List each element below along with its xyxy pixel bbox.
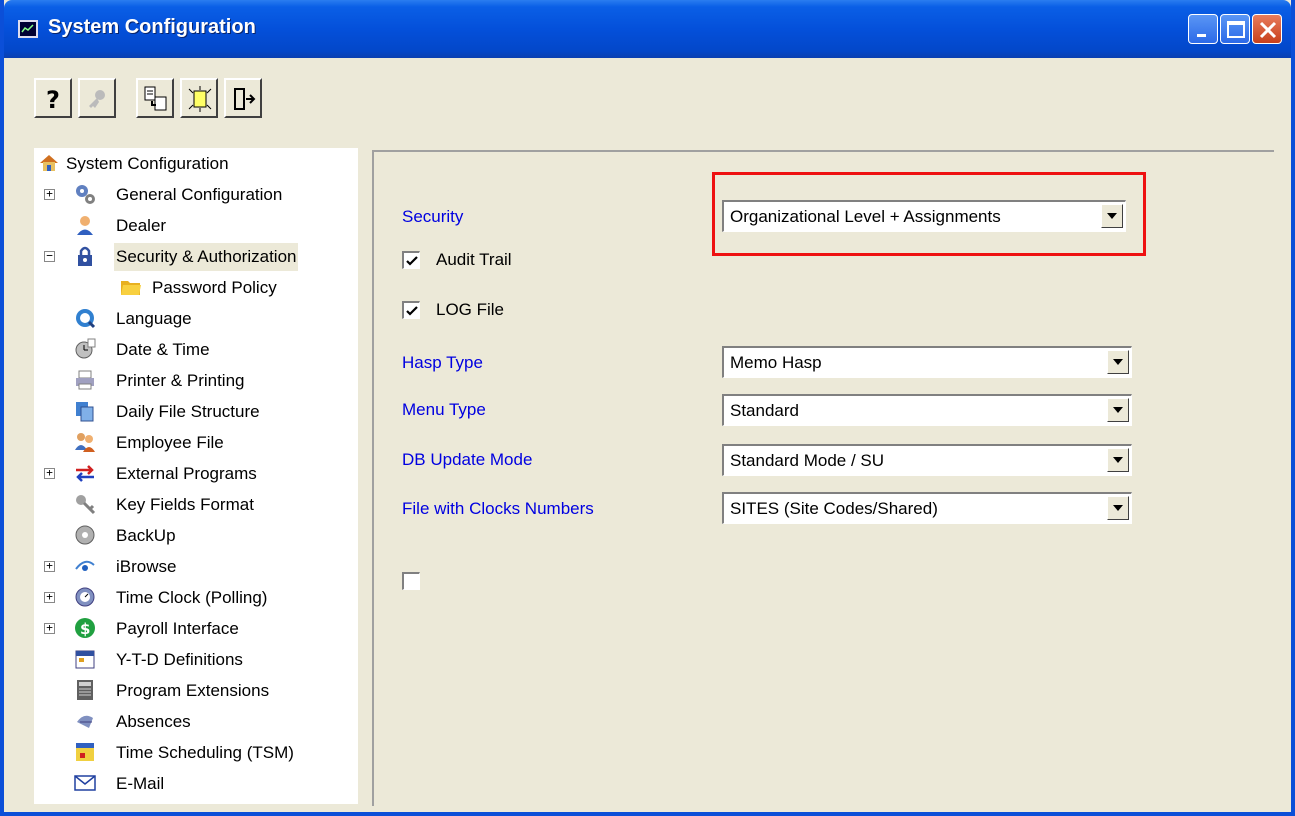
configuration-tree[interactable]: System Configuration + General Configura…: [34, 148, 358, 804]
security-select[interactable]: Organizational Level + Assignments: [722, 200, 1126, 232]
copy-document-icon: [144, 86, 167, 111]
padlock-icon: [78, 246, 92, 266]
audit-trail-checkbox[interactable]: [402, 251, 420, 269]
tree-item-daily-file-structure[interactable]: Daily File Structure: [34, 398, 334, 426]
copy-button[interactable]: [136, 78, 174, 118]
tree-item-security-authorization[interactable]: − Security & Authorization: [34, 243, 334, 271]
new-button[interactable]: [180, 78, 218, 118]
minimize-button[interactable]: [1188, 14, 1218, 44]
checkmark-icon: [406, 306, 418, 316]
svg-text:$: $: [80, 620, 90, 638]
schedule-icon: [76, 743, 94, 761]
globe-icon: [76, 309, 96, 329]
dropdown-button[interactable]: [1107, 350, 1129, 374]
clocks-file-select[interactable]: SITES (Site Codes/Shared): [722, 492, 1132, 524]
db-update-mode-select[interactable]: Standard Mode / SU: [722, 444, 1132, 476]
tree-item-general-configuration[interactable]: + General Configuration: [34, 181, 334, 209]
calendar-icon: [75, 650, 95, 669]
key-button[interactable]: [78, 78, 116, 118]
tree-item-absences[interactable]: Absences: [34, 708, 334, 736]
clock-icon: [75, 338, 96, 359]
unlabeled-checkbox[interactable]: [402, 572, 420, 590]
chevron-down-icon: [1113, 457, 1123, 463]
question-mark-icon: ?: [46, 86, 60, 112]
folder-icon: [121, 281, 141, 295]
tree-item-system-configuration[interactable]: System Configuration: [34, 150, 334, 178]
chevron-down-icon: [1113, 505, 1123, 511]
tree-item-language[interactable]: Language: [34, 305, 334, 333]
system-configuration-window: System Configuration ? System Configurat…: [0, 0, 1295, 816]
menu-type-label: Menu Type: [402, 400, 486, 419]
dropdown-button[interactable]: [1101, 204, 1123, 228]
chevron-down-icon: [1107, 213, 1117, 219]
exit-door-icon: [234, 88, 256, 110]
clocks-file-label: File with Clocks Numbers: [402, 499, 594, 518]
tree-item-backup[interactable]: BackUp: [34, 522, 334, 550]
log-file-label: LOG File: [436, 300, 505, 319]
calculator-icon: [77, 680, 93, 700]
close-button[interactable]: [1252, 14, 1282, 44]
tree-item-ytd-definitions[interactable]: Y-T-D Definitions: [34, 646, 334, 674]
chevron-down-icon: [1113, 359, 1123, 365]
people-icon: [75, 433, 95, 452]
dropdown-button[interactable]: [1107, 496, 1129, 520]
expand-toggle[interactable]: +: [44, 188, 55, 200]
toolbar: ?: [4, 58, 1291, 138]
tree-item-printer-printing[interactable]: Printer & Printing: [34, 367, 334, 395]
person-icon: [77, 216, 93, 235]
chevron-down-icon: [1113, 407, 1123, 413]
exit-button[interactable]: [224, 78, 262, 118]
house-icon: [40, 155, 58, 171]
tree-item-ibrowse[interactable]: + iBrowse: [34, 553, 334, 581]
new-document-icon: [188, 86, 212, 112]
tree-item-time-scheduling[interactable]: Time Scheduling (TSM): [34, 739, 334, 767]
tree-item-dealer[interactable]: Dealer: [34, 212, 334, 240]
tree-item-program-extensions[interactable]: Program Extensions: [34, 677, 334, 705]
tree-item-email[interactable]: E-Mail: [34, 770, 334, 798]
checkmark-icon: [406, 256, 418, 266]
audit-trail-label: Audit Trail: [436, 250, 512, 269]
tree-item-payroll-interface[interactable]: + $ Payroll Interface: [34, 615, 334, 643]
tree-item-employee-file[interactable]: Employee File: [34, 429, 334, 457]
files-icon: [76, 402, 94, 422]
printer-icon: [76, 370, 94, 390]
eye-icon: [75, 560, 95, 571]
help-button[interactable]: ?: [34, 78, 72, 118]
window-title: System Configuration: [48, 16, 256, 38]
expand-toggle[interactable]: +: [44, 622, 55, 634]
menu-type-select[interactable]: Standard: [722, 394, 1132, 426]
tree-item-external-programs[interactable]: + External Programs: [34, 460, 334, 488]
title-bar[interactable]: System Configuration: [4, 0, 1291, 58]
db-update-mode-label: DB Update Mode: [402, 450, 533, 469]
arrows-icon: [76, 465, 94, 482]
key-icon: [89, 90, 105, 108]
maximize-button[interactable]: [1220, 14, 1250, 44]
security-label: Security: [402, 207, 464, 226]
absence-icon: [77, 715, 93, 728]
tree-item-key-fields-format[interactable]: Key Fields Format: [34, 491, 334, 519]
expand-toggle[interactable]: +: [44, 591, 55, 603]
dollar-icon: $: [75, 618, 95, 638]
log-file-checkbox[interactable]: [402, 301, 420, 319]
disc-icon: [75, 525, 95, 545]
tree-item-date-time[interactable]: Date & Time: [34, 336, 334, 364]
key-icon: [76, 495, 96, 515]
hasp-type-select[interactable]: Memo Hasp: [722, 346, 1132, 378]
dropdown-button[interactable]: [1107, 448, 1129, 472]
expand-toggle[interactable]: +: [44, 467, 55, 479]
gears-icon: [76, 185, 95, 204]
tree-item-time-clock-polling[interactable]: + Time Clock (Polling): [34, 584, 334, 612]
expand-toggle[interactable]: +: [44, 560, 55, 572]
envelope-icon: [74, 775, 96, 791]
dropdown-button[interactable]: [1107, 398, 1129, 422]
tree-item-password-policy[interactable]: Password Policy: [34, 274, 334, 302]
svg-text:?: ?: [46, 86, 60, 112]
app-icon: [18, 20, 38, 38]
time-clock-icon: [75, 587, 95, 607]
collapse-toggle[interactable]: −: [44, 250, 55, 262]
hasp-type-label: Hasp Type: [402, 353, 483, 372]
